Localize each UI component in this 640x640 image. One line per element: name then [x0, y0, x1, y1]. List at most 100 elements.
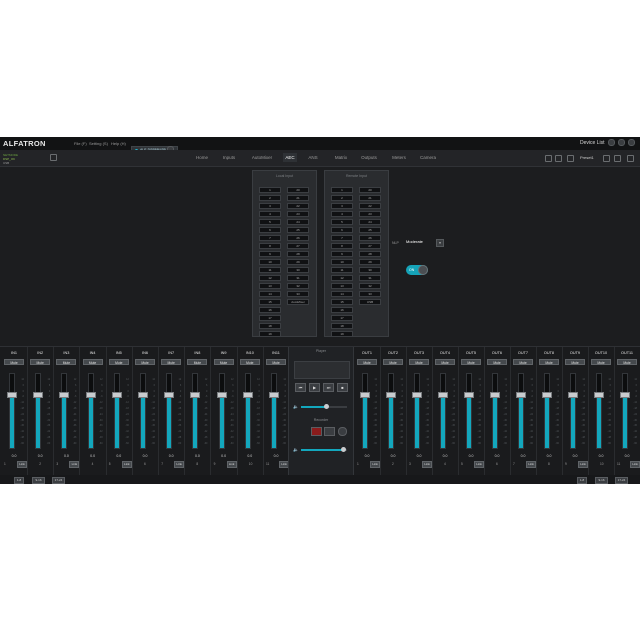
- mute-button[interactable]: Mute: [435, 359, 455, 365]
- route-cell[interactable]: 2: [331, 195, 353, 201]
- route-cell[interactable]: 13: [259, 283, 281, 289]
- fader-handle[interactable]: [386, 391, 396, 398]
- fader-track[interactable]: [570, 373, 576, 449]
- nlp-select[interactable]: Moderate: [406, 238, 428, 245]
- maximize-icon[interactable]: [618, 139, 625, 146]
- link-button[interactable]: Link: [526, 461, 536, 468]
- mute-button[interactable]: Mute: [461, 359, 481, 365]
- route-cell[interactable]: 9: [331, 251, 353, 257]
- menu-file[interactable]: File (F): [74, 141, 87, 146]
- fader-handle[interactable]: [85, 391, 96, 398]
- record-settings-button[interactable]: [338, 427, 347, 436]
- bank-right-3[interactable]: 17-24: [615, 477, 628, 484]
- save-icon[interactable]: [545, 155, 552, 162]
- bank-left-3[interactable]: 17-24: [52, 477, 65, 484]
- route-cell[interactable]: 18: [331, 323, 353, 329]
- route-cell[interactable]: 4: [331, 211, 353, 217]
- route-cell[interactable]: 22: [287, 203, 309, 209]
- mute-button[interactable]: Mute: [266, 359, 286, 365]
- fader-track[interactable]: [388, 373, 394, 449]
- tab-home[interactable]: Home: [191, 153, 213, 162]
- bank-left-2[interactable]: 9-16: [32, 477, 45, 484]
- fader-track[interactable]: [492, 373, 498, 449]
- route-cell[interactable]: 11: [331, 267, 353, 273]
- route-cell[interactable]: 12: [331, 275, 353, 281]
- route-cell[interactable]: 30: [287, 267, 309, 273]
- route-cell[interactable]: 1: [331, 187, 353, 193]
- route-cell[interactable]: 18: [259, 323, 281, 329]
- fader-track[interactable]: [622, 373, 628, 449]
- mute-button[interactable]: Mute: [108, 359, 129, 365]
- mute-button[interactable]: Mute: [30, 359, 51, 365]
- fader-track[interactable]: [61, 373, 68, 449]
- fader-handle[interactable]: [216, 391, 227, 398]
- route-cell[interactable]: 31: [287, 275, 309, 281]
- preset-select[interactable]: Preset1: [580, 155, 594, 160]
- route-cell[interactable]: 1: [259, 187, 281, 193]
- route-cell[interactable]: 11: [259, 267, 281, 273]
- fader-handle[interactable]: [242, 391, 253, 398]
- tab-automixer[interactable]: AutoMixer: [246, 153, 278, 162]
- link-button[interactable]: Link: [630, 461, 640, 468]
- fader-handle[interactable]: [516, 391, 526, 398]
- route-cell[interactable]: 25: [359, 227, 381, 233]
- mute-button[interactable]: Mute: [213, 359, 234, 365]
- mute-button[interactable]: Mute: [4, 359, 24, 365]
- mute-button[interactable]: Mute: [56, 359, 77, 365]
- bank-right-2[interactable]: 9-16: [595, 477, 608, 484]
- fader-track[interactable]: [544, 373, 550, 449]
- fader-handle[interactable]: [568, 391, 578, 398]
- speaker-icon[interactable]: [567, 155, 574, 162]
- mute-button[interactable]: Mute: [239, 359, 260, 365]
- route-cell[interactable]: 16: [259, 307, 281, 313]
- route-cell[interactable]: 24: [287, 219, 309, 225]
- route-cell[interactable]: 2: [259, 195, 281, 201]
- route-cell[interactable]: 26: [287, 235, 309, 241]
- link-button[interactable]: Link: [226, 461, 237, 468]
- fader-track[interactable]: [271, 373, 277, 449]
- route-cell[interactable]: 10: [259, 259, 281, 265]
- route-cell[interactable]: 15: [331, 299, 353, 305]
- fader-handle[interactable]: [59, 391, 70, 398]
- mute-button[interactable]: Mute: [82, 359, 103, 365]
- mute-button[interactable]: Mute: [539, 359, 559, 365]
- route-cell[interactable]: 16: [331, 307, 353, 313]
- fader-handle[interactable]: [190, 391, 201, 398]
- route-cell[interactable]: AutoMixer: [287, 299, 309, 305]
- mute-button[interactable]: Mute: [487, 359, 507, 365]
- link-button[interactable]: Link: [69, 461, 80, 468]
- fader-track[interactable]: [440, 373, 446, 449]
- tab-matrix[interactable]: Matrix: [330, 153, 352, 162]
- mute-button[interactable]: Mute: [565, 359, 585, 365]
- minimize-icon[interactable]: [608, 139, 615, 146]
- fader-handle[interactable]: [164, 391, 175, 398]
- fader-handle[interactable]: [269, 391, 279, 398]
- fader-track[interactable]: [140, 373, 146, 449]
- fader-handle[interactable]: [438, 391, 448, 398]
- route-cell[interactable]: 32: [359, 283, 381, 289]
- menu-help[interactable]: Help (H): [111, 141, 126, 146]
- route-cell[interactable]: 29: [359, 259, 381, 265]
- fader-handle[interactable]: [464, 391, 474, 398]
- bank-right-1[interactable]: 1-8: [577, 477, 587, 484]
- route-cell[interactable]: 25: [287, 227, 309, 233]
- fader-handle[interactable]: [33, 391, 44, 398]
- fader-track[interactable]: [166, 373, 173, 449]
- route-cell[interactable]: 19: [331, 331, 353, 337]
- fader-track[interactable]: [518, 373, 524, 449]
- bank-left-1[interactable]: 1-8: [14, 477, 24, 484]
- route-cell[interactable]: 3: [331, 203, 353, 209]
- fader-handle[interactable]: [490, 391, 500, 398]
- route-cell[interactable]: 5: [331, 219, 353, 225]
- route-cell[interactable]: 27: [287, 243, 309, 249]
- link-button[interactable]: Link: [174, 461, 185, 468]
- tab-inputs[interactable]: Inputs: [218, 153, 240, 162]
- network-icon[interactable]: [50, 154, 57, 161]
- fader-track[interactable]: [35, 373, 42, 449]
- route-cell[interactable]: 23: [287, 211, 309, 217]
- fader-track[interactable]: [87, 373, 94, 449]
- route-cell[interactable]: 22: [359, 203, 381, 209]
- tab-meters[interactable]: Meters: [388, 153, 410, 162]
- nlp-dropdown-button[interactable]: ▾: [436, 239, 444, 247]
- tab-ans[interactable]: ANS: [305, 153, 321, 162]
